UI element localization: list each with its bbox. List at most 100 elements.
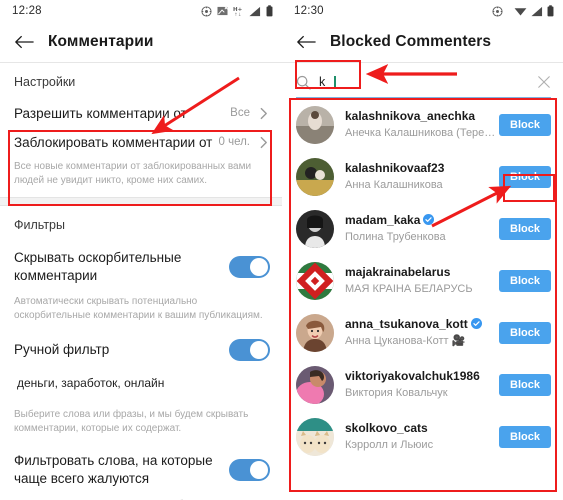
blocked-help-text: Все новые комментарии от заблокированных… — [14, 161, 252, 186]
username-text: anna_tsukanova_kott — [345, 316, 468, 331]
toggle-row-hide-offensive[interactable]: Скрывать оскорбительные комментарии — [0, 242, 282, 292]
row-allow-comments-value: Все — [230, 107, 250, 119]
block-button[interactable]: Block — [499, 217, 551, 240]
list-item-username: anna_tsukanova_kott — [345, 317, 499, 331]
list-item-fullname: Виктория Ковальчук — [345, 386, 448, 399]
row-allow-comments-from[interactable]: Разрешить комментарии от Все — [0, 99, 282, 128]
list-item-fullname: Анна Калашникова — [345, 178, 443, 191]
left-status-time: 12:28 — [12, 5, 42, 17]
back-arrow-icon[interactable] — [14, 34, 34, 50]
block-button[interactable]: Block — [499, 321, 551, 344]
toggle-row-manual-filter[interactable]: Ручной фильтр — [0, 332, 282, 368]
row-block-comments-value: 0 чел. — [218, 136, 250, 148]
list-item[interactable]: viktoriyakovalchuk1986 Виктория Ковальчу… — [282, 359, 563, 411]
alarm-icon — [492, 5, 503, 17]
verified-badge-icon — [423, 214, 435, 225]
toggle-most-reported-switch[interactable] — [229, 459, 270, 481]
user-meta: majakrainabelarus МАЯ КРАІНА БЕЛАРУСЬ — [334, 265, 499, 297]
block-button[interactable]: Block — [499, 269, 551, 292]
left-status-bar: 12:28 H+ ↑↓ — [0, 0, 282, 22]
right-status-icon-group — [492, 5, 554, 17]
user-meta: viktoriyakovalchuk1986 Виктория Ковальчу… — [334, 369, 499, 401]
username-text: madam_kaka — [345, 212, 421, 227]
list-item-fullname: Полина Трубенкова — [345, 230, 446, 243]
manual-filter-help-text: Выберите слова или фразы, и мы будем скр… — [14, 409, 249, 434]
settings-section-label: Настройки — [14, 75, 76, 89]
left-status-icon-group: H+ ↑↓ — [201, 5, 273, 17]
close-icon[interactable] — [537, 75, 551, 89]
avatar — [296, 417, 334, 456]
block-button[interactable]: Block — [499, 425, 551, 448]
list-item[interactable]: majakrainabelarus МАЯ КРАІНА БЕЛАРУСЬ Bl… — [282, 255, 563, 307]
search-bar[interactable]: k — [282, 67, 563, 97]
toggle-manual-filter-title: Ручной фильтр — [14, 342, 110, 357]
toggle-knob — [250, 461, 268, 479]
toggle-hide-offensive-title: Скрывать оскорбительные комментарии — [14, 250, 182, 283]
toggle-hide-offensive-switch[interactable] — [229, 256, 270, 278]
alarm-icon — [201, 5, 212, 17]
avatar — [296, 365, 334, 404]
block-button[interactable]: Block — [499, 373, 551, 396]
blocked-commenters-list: kalashnikova_anechka Анечка Калашникова … — [282, 99, 563, 463]
avatar — [296, 313, 334, 352]
list-item-username: kalashnikova_anechka — [345, 108, 476, 123]
list-item-username: madam_kaka — [345, 213, 499, 227]
left-phone-screen: 12:28 H+ ↑↓ Комментарии Настройки Разреш… — [0, 0, 282, 500]
list-item-username: skolkovo_cats — [345, 420, 428, 435]
right-page-title: Blocked Commenters — [330, 33, 492, 50]
search-query-text: k — [319, 75, 326, 89]
list-item-fullname: Анечка Калашникова (Тере… — [345, 126, 496, 139]
left-app-bar: Комментарии — [0, 22, 282, 62]
wifi-icon — [514, 8, 527, 16]
user-meta: kalashnikovaaf23 Анна Калашникова — [334, 161, 499, 193]
signal-icon — [531, 6, 543, 16]
right-app-bar: Blocked Commenters — [282, 22, 563, 62]
avatar — [296, 105, 334, 144]
back-arrow-icon[interactable] — [296, 34, 316, 50]
manual-filter-keywords[interactable]: деньги, заработок, онлайн — [0, 368, 282, 394]
user-meta: kalashnikova_anechka Анечка Калашникова … — [334, 109, 499, 141]
toggle-row-most-reported[interactable]: Фильтровать слова, на которые чаще всего… — [0, 445, 282, 495]
toggle-knob — [250, 341, 268, 359]
dual-screenshot-container: 12:28 H+ ↑↓ Комментарии Настройки Разреш… — [0, 0, 563, 500]
list-item-username: kalashnikovaaf23 — [345, 160, 445, 175]
toggle-manual-filter-switch[interactable] — [229, 339, 270, 361]
list-item[interactable]: skolkovo_cats Кэрролл и Льюис Block — [282, 411, 563, 463]
right-appbar-divider — [282, 62, 563, 63]
user-meta: skolkovo_cats Кэрролл и Льюис — [334, 421, 499, 453]
list-item-fullname: МАЯ КРАІНА БЕЛАРУСЬ — [345, 282, 473, 295]
block-button[interactable]: Block — [499, 113, 551, 136]
hide-offensive-help-text: Автоматически скрывать потенциально оско… — [14, 296, 263, 321]
list-item-username: viktoriyakovalchuk1986 — [345, 368, 480, 383]
toggle-most-reported-title: Фильтровать слова, на которые чаще всего… — [14, 453, 213, 486]
search-input[interactable]: k — [296, 75, 529, 90]
user-meta: madam_kaka Полина Трубенкова — [334, 213, 499, 245]
filters-section-label: Фильтры — [14, 218, 65, 232]
left-page-title: Комментарии — [48, 33, 154, 50]
chevron-right-icon — [260, 136, 267, 149]
list-item-fullname: Кэрролл и Льюис — [345, 438, 434, 451]
most-reported-help-text: Скрывать комментарии к вашим публикациям… — [0, 495, 282, 500]
right-status-bar: 12:30 — [282, 0, 563, 22]
list-item[interactable]: kalashnikovaaf23 Анна Калашникова Block — [282, 151, 563, 203]
battery-icon — [547, 5, 554, 17]
avatar — [296, 209, 334, 248]
list-item[interactable]: madam_kaka Полина Трубенкова Block — [282, 203, 563, 255]
row-block-comments-from[interactable]: Заблокировать комментарии от 0 чел. — [0, 128, 282, 157]
sim-icon — [217, 6, 228, 16]
text-cursor — [334, 75, 336, 89]
avatar — [296, 157, 334, 196]
svg-text:H+: H+ — [233, 6, 243, 12]
chevron-right-icon — [260, 107, 267, 120]
user-meta: anna_tsukanova_kott Анна Цуканова-Котт 🎥 — [334, 317, 499, 349]
list-item[interactable]: anna_tsukanova_kott Анна Цуканова-Котт 🎥… — [282, 307, 563, 359]
right-phone-screen: 12:30 Blocked Commenters k kalashnikova_… — [282, 0, 563, 500]
row-block-comments-title: Заблокировать комментарии от — [14, 135, 213, 150]
block-button[interactable]: Block — [499, 165, 551, 188]
list-item-fullname: Анна Цуканова-Котт 🎥 — [345, 334, 466, 347]
list-item[interactable]: kalashnikova_anechka Анечка Калашникова … — [282, 99, 563, 151]
signal-icon — [249, 6, 261, 16]
row-allow-comments-title: Разрешить комментарии от — [14, 106, 187, 121]
verified-badge-icon — [470, 318, 482, 329]
svg-text:↑↓: ↑↓ — [234, 12, 242, 17]
